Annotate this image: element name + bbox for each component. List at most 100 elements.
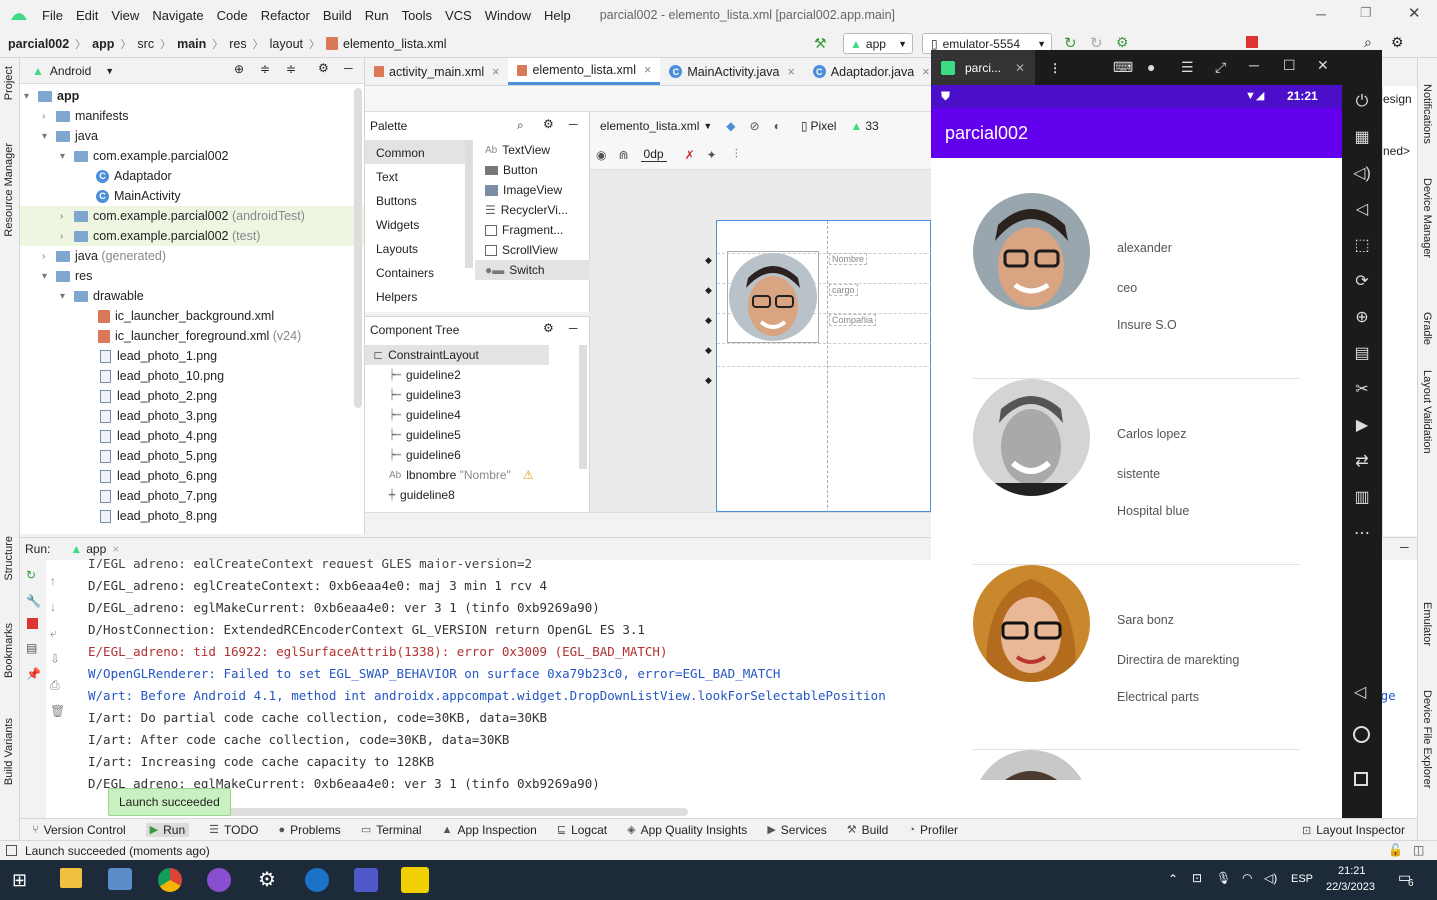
status-toggle-icon[interactable] (6, 845, 17, 856)
widget-textview[interactable]: Ab TextView (475, 140, 590, 160)
tab-elemento-lista[interactable]: elemento_lista.xml × (508, 58, 661, 85)
tab-run[interactable]: ▶ Run (145, 822, 190, 837)
scrollbar[interactable] (579, 345, 587, 469)
tool-emulator[interactable]: Emulator (1421, 602, 1433, 646)
widget-switch[interactable]: ●▬ Switch (475, 260, 590, 280)
tree-item-png[interactable]: lead_photo_3.png (100, 406, 217, 426)
list-item[interactable]: Carlos lopez sistente Hospital blue (973, 379, 1300, 518)
hide-icon[interactable]: ─ (569, 321, 578, 335)
account-icon[interactable]: ● (1147, 59, 1155, 75)
infer-constraints-icon[interactable]: ✦ (707, 148, 717, 162)
tree-guideline[interactable]: ┝┅ guideline4 (389, 405, 461, 425)
chevron-up-icon[interactable]: ⌃ (1168, 872, 1178, 886)
close-icon[interactable]: ✕ (1015, 61, 1025, 75)
minimize-icon[interactable]: ─ (1249, 57, 1259, 73)
wifi-icon[interactable]: ◠ (1242, 871, 1252, 885)
menu-tools[interactable]: Tools (402, 8, 432, 23)
widget-scrollview[interactable]: ScrollView (475, 240, 590, 260)
expand-all-icon[interactable]: ≑ (260, 62, 270, 76)
emulator-controls[interactable]: ⏻ ▦ ◁) ◁ ⬚ ⟳ ⊕ ▤ ✂ ▶ ⇄ ▥ ⋯ (1342, 50, 1382, 552)
app-icon[interactable] (305, 868, 329, 892)
menu-icon[interactable]: ☰ (1181, 59, 1194, 76)
hammer-icon[interactable]: ⚒ (814, 35, 827, 52)
close-button[interactable]: ✕ (1408, 4, 1421, 22)
collapse-all-icon[interactable]: ≑ (286, 62, 296, 76)
more-icon[interactable]: ⋮ (1049, 61, 1061, 75)
tree-item-mainactivity[interactable]: C MainActivity (96, 186, 181, 206)
tab-activity-main[interactable]: activity_main.xml × (365, 58, 508, 85)
debug-icon[interactable]: ⚙ (1116, 34, 1129, 51)
widget-button[interactable]: Button (475, 160, 590, 180)
tree-item-androidtest[interactable]: › com.example.parcial002 (androidTest) (20, 206, 364, 226)
back-icon[interactable]: ◁ (1354, 682, 1366, 702)
layout-icon[interactable]: ▤ (20, 635, 46, 661)
tree-item-png[interactable]: lead_photo_6.png (100, 466, 217, 486)
widget-recyclerview[interactable]: ☰ RecyclerVi... (475, 200, 590, 220)
tree-item-png[interactable]: lead_photo_1.png (100, 346, 217, 366)
align-icon[interactable]: ⫶ (735, 147, 738, 162)
run-config-select[interactable]: ▲ app ▼ (843, 33, 913, 54)
tab-services[interactable]: ▶ Services (767, 823, 826, 837)
breadcrumb-src[interactable]: src (137, 37, 154, 51)
windows-start-icon[interactable]: ⊞ (12, 870, 27, 891)
tree-item-app[interactable]: ▾ app (24, 86, 79, 106)
eye-icon[interactable]: ◉ (596, 148, 606, 162)
layers-icon[interactable]: ◆ (726, 119, 735, 133)
run-tab-app[interactable]: app (86, 542, 106, 556)
hide-icon[interactable]: ─ (344, 61, 353, 75)
device-select[interactable]: Pixel (810, 119, 836, 133)
gear-icon[interactable]: ⚙ (543, 117, 554, 131)
night-mode-icon[interactable]: ◐ (774, 119, 781, 133)
api-select[interactable]: 33 (865, 119, 878, 133)
pin-icon[interactable]: 📌 (20, 661, 46, 687)
emulator-tab[interactable]: parci... ✕ (931, 50, 1036, 85)
menu-edit[interactable]: Edit (76, 8, 98, 23)
home-icon[interactable] (1353, 726, 1370, 743)
volume-icon[interactable]: ◁) (1264, 871, 1277, 885)
rerun-icon[interactable]: ↻ (20, 560, 46, 590)
menu-vcs[interactable]: VCS (445, 8, 472, 23)
breadcrumb-project[interactable]: parcial002 (8, 37, 69, 51)
close-icon[interactable]: × (112, 542, 119, 556)
tool-notifications[interactable]: Notifications (1421, 84, 1433, 144)
taskbar-date[interactable]: 22/3/2023 (1326, 881, 1375, 893)
language-indicator[interactable]: ESP (1291, 873, 1313, 885)
tab-profiler[interactable]: ◔ Profiler (908, 823, 958, 837)
warning-icon[interactable]: ⚠ (523, 468, 534, 482)
tree-guideline[interactable]: ┝┅ guideline6 (389, 445, 461, 465)
category-text[interactable]: Text (365, 164, 473, 188)
tree-item-java[interactable]: ▾ java (42, 126, 98, 146)
chevron-down-icon[interactable]: ▼ (105, 66, 114, 76)
tab-layout-inspector[interactable]: ⊡ Layout Inspector (1302, 823, 1405, 837)
tree-item-drawable[interactable]: ▾ drawable (60, 286, 144, 306)
menu-run[interactable]: Run (365, 8, 389, 23)
breadcrumb-main[interactable]: main (177, 37, 206, 51)
tree-item-package[interactable]: ▾ com.example.parcial002 (60, 146, 229, 166)
tree-item-png[interactable]: lead_photo_10.png (100, 366, 224, 386)
android-studio-taskbar-icon[interactable] (401, 867, 429, 893)
minimize-button[interactable]: ─ (1316, 6, 1326, 22)
scrollbar[interactable] (465, 140, 473, 268)
category-containers[interactable]: Containers (365, 260, 473, 284)
guideline-markers[interactable]: ◆ ◆ ◆ ◆ ◆ (705, 245, 712, 395)
wrench-icon[interactable]: 🔧 (20, 590, 46, 612)
tree-guideline[interactable]: ┿ guideline8 (389, 485, 455, 505)
project-view-select[interactable]: Android (50, 64, 91, 78)
magnet-icon[interactable]: ⋒ (618, 148, 628, 162)
breadcrumb-res[interactable]: res (229, 37, 246, 51)
resize-icon[interactable]: ⤢ (1215, 59, 1226, 76)
tool-project[interactable]: Project (3, 66, 15, 100)
clear-constraints-icon[interactable]: ✗ (685, 148, 695, 162)
tree-item-png[interactable]: lead_photo_2.png (100, 386, 217, 406)
scrollbar[interactable] (354, 88, 362, 408)
tree-item-res[interactable]: ▾ res (42, 266, 92, 286)
list-item[interactable]: Sara bonz Directira de marekting Electri… (973, 565, 1300, 704)
overview-icon[interactable] (1354, 772, 1368, 786)
device-icon[interactable]: ⊡ (1192, 871, 1202, 885)
search-icon[interactable]: ⌕ (1364, 34, 1372, 51)
tab-logcat[interactable]: ⊑ Logcat (557, 823, 607, 837)
maximize-icon[interactable]: ☐ (1283, 57, 1296, 74)
stop-button[interactable] (1246, 36, 1258, 48)
tool-device-manager[interactable]: Device Manager (1421, 178, 1433, 258)
settings-icon[interactable]: ⚙ (1391, 34, 1404, 51)
